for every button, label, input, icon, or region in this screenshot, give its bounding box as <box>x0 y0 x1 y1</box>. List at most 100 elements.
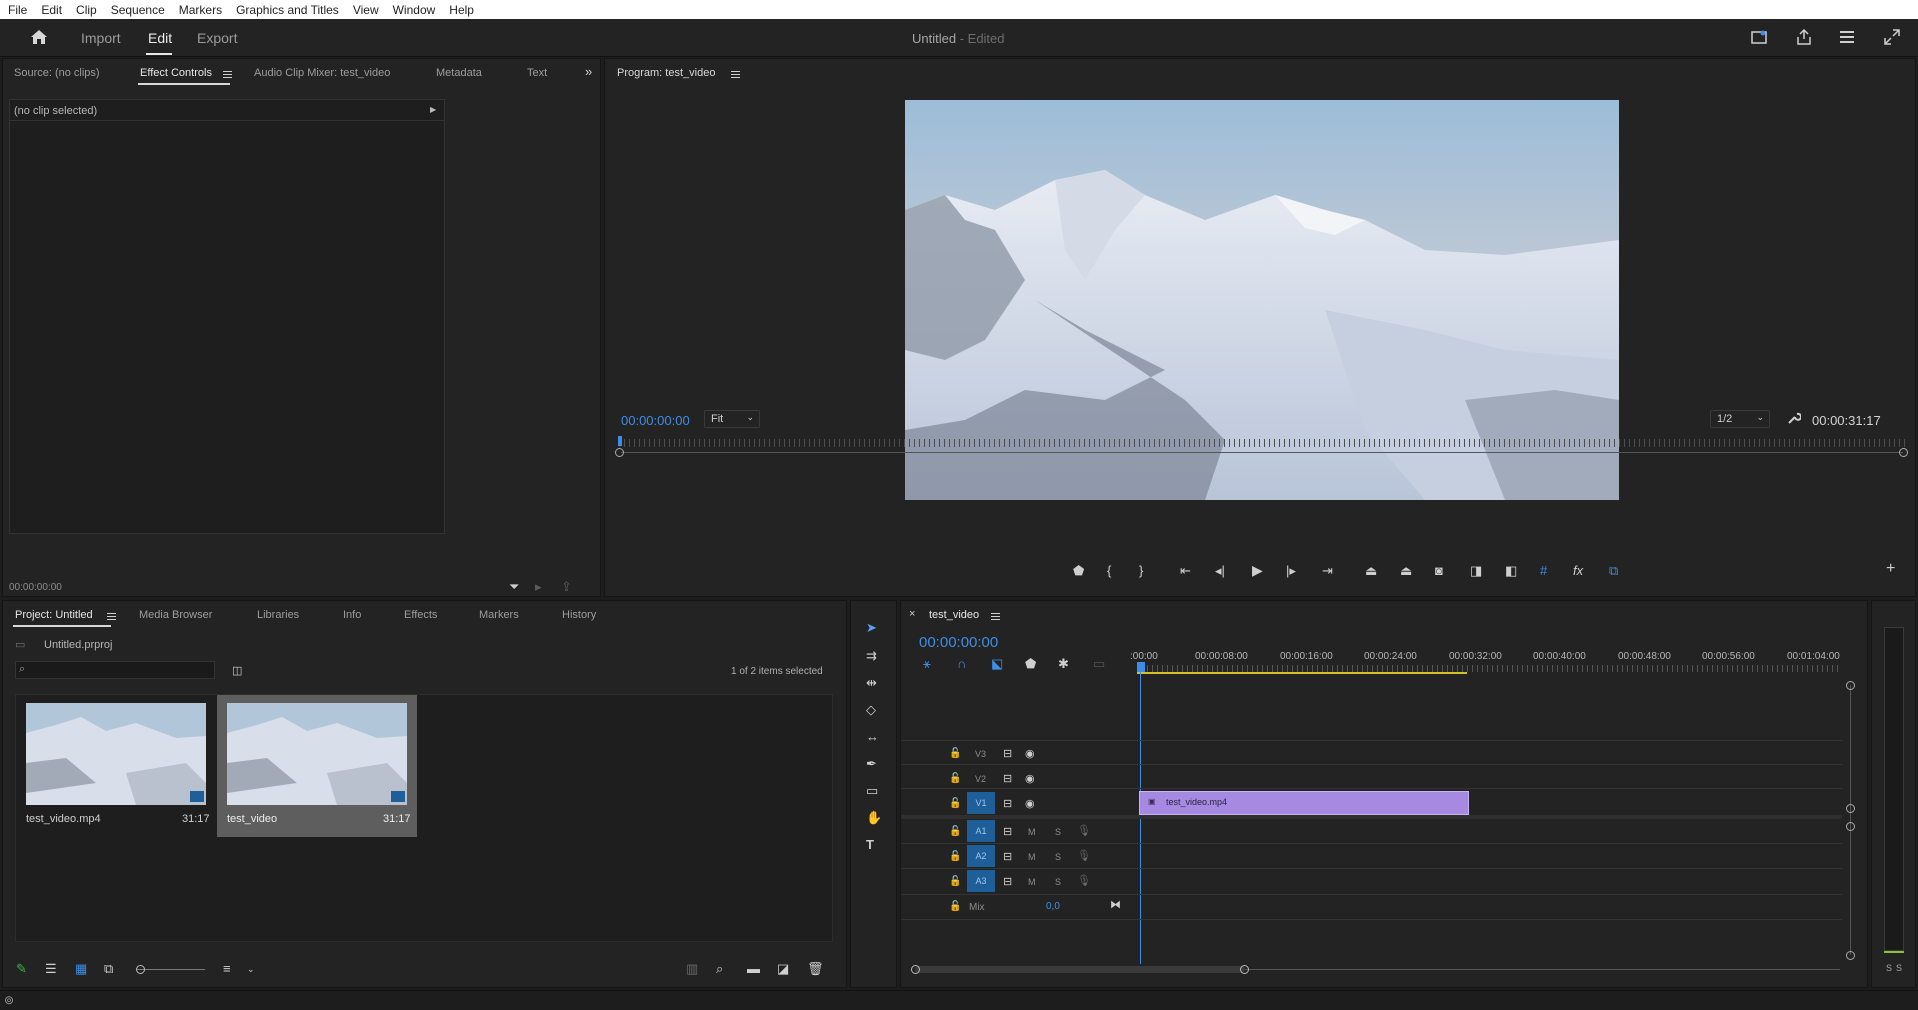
timeline-settings-icon[interactable]: ✱ <box>1058 657 1069 671</box>
solo-right-button[interactable]: S <box>1896 963 1902 973</box>
tab-source[interactable]: Source: (no clips) <box>14 67 100 79</box>
selection-tool-icon[interactable]: ➤ <box>866 621 877 635</box>
step-back-icon[interactable]: ◂| <box>1215 564 1225 578</box>
sync-lock-icon[interactable]: ⊟ <box>1003 772 1012 786</box>
play-icon[interactable]: ▶ <box>1252 563 1263 577</box>
track-target-a2[interactable]: A2 <box>967 845 995 867</box>
menu-sequence[interactable]: Sequence <box>111 3 165 17</box>
hscroll-handle-right[interactable] <box>1240 965 1249 974</box>
write-protect-pencil-icon[interactable]: ✎ <box>16 962 27 976</box>
project-item-selected[interactable]: test_video 31:17 <box>217 695 417 837</box>
project-item[interactable]: test_video.mp4 31:17 <box>18 697 214 839</box>
insert-icon[interactable]: ◨ <box>1470 564 1482 578</box>
add-marker-icon[interactable]: ⬟ <box>1073 564 1084 578</box>
filter-icon[interactable]: ⏷ <box>509 580 519 594</box>
project-menu-icon[interactable] <box>107 613 116 620</box>
pen-tool-icon[interactable]: ✒ <box>866 757 877 771</box>
video-audio-divider[interactable] <box>901 815 1842 819</box>
chevron-down-icon[interactable]: ⌄ <box>247 962 255 976</box>
menu-markers[interactable]: Markers <box>179 3 222 17</box>
mute-button[interactable]: M <box>1028 877 1036 887</box>
solo-button[interactable]: S <box>1055 852 1061 862</box>
lock-icon[interactable]: 🔓 <box>949 850 961 864</box>
sync-lock-icon[interactable]: ⊟ <box>1003 797 1012 811</box>
new-bin-from-search-icon[interactable]: ◫ <box>232 664 242 678</box>
zoom-slider[interactable] <box>137 969 205 970</box>
sync-lock-icon[interactable]: ⊟ <box>1003 747 1012 761</box>
zoom-slider-handle[interactable] <box>136 965 145 974</box>
effect-controls-menu-icon[interactable] <box>223 71 232 78</box>
new-bin-icon[interactable]: ▬ <box>747 962 760 976</box>
button-editor-add-icon[interactable]: + <box>1886 561 1895 577</box>
menu-view[interactable]: View <box>353 3 379 17</box>
play-only-audio-icon[interactable]: ▸ <box>535 580 542 594</box>
tab-info[interactable]: Info <box>343 609 361 621</box>
razor-tool-icon[interactable]: ◇ <box>866 703 876 717</box>
solo-button[interactable]: S <box>1055 877 1061 887</box>
eye-icon[interactable]: ◉ <box>1025 747 1035 761</box>
background-tasks-icon[interactable]: ⊚ <box>4 993 14 1007</box>
go-to-out-icon[interactable]: ⇥ <box>1322 564 1333 578</box>
program-playhead[interactable] <box>618 436 622 446</box>
timeline-playhead-handle[interactable] <box>1137 662 1145 672</box>
settings-wrench-icon[interactable] <box>1787 411 1801 425</box>
mark-in-icon[interactable]: { <box>1107 564 1111 578</box>
home-icon[interactable] <box>30 29 48 45</box>
go-to-in-icon[interactable]: ⇤ <box>1180 564 1191 578</box>
fullscreen-icon[interactable] <box>1884 29 1900 45</box>
sync-lock-icon[interactable]: ⊟ <box>1003 875 1012 889</box>
lift-icon[interactable]: ⏏ <box>1365 564 1377 578</box>
find-icon[interactable]: ⌕ <box>716 962 723 976</box>
video-clip[interactable]: ▣ test_video.mp4 <box>1139 791 1469 815</box>
timeline-ruler[interactable] <box>1137 665 1842 672</box>
timeline-playhead-timecode[interactable]: 00:00:00:00 <box>919 634 998 651</box>
list-view-icon[interactable]: ☰ <box>45 962 57 976</box>
more-panels-icon[interactable]: » <box>585 65 592 79</box>
lock-icon[interactable]: 🔓 <box>949 825 961 839</box>
project-search-input[interactable]: ⌕ <box>15 661 215 679</box>
sort-icons-icon[interactable]: ≡ <box>223 962 231 976</box>
program-playhead-timecode[interactable]: 00:00:00:00 <box>621 413 690 428</box>
vscroll-handle-bottom[interactable] <box>1846 951 1855 960</box>
ripple-edit-tool-icon[interactable]: ⇹ <box>866 676 877 690</box>
mute-button[interactable]: M <box>1028 852 1036 862</box>
scroll-handle-left[interactable] <box>615 448 624 457</box>
export-frame-icon[interactable]: ⇪ <box>561 580 572 594</box>
playback-resolution-dropdown[interactable]: 1/2 ⌄ <box>1710 410 1770 428</box>
safe-margins-icon[interactable]: # <box>1540 564 1547 578</box>
close-icon[interactable]: × <box>909 607 915 621</box>
comparison-view-icon[interactable]: ⧉ <box>1609 564 1618 578</box>
search-field[interactable] <box>36 663 206 677</box>
timeline-menu-icon[interactable] <box>991 613 1000 620</box>
collapse-mix-icon[interactable]: ⧓ <box>1110 898 1121 912</box>
slip-tool-icon[interactable]: ↔ <box>866 730 879 744</box>
tab-text[interactable]: Text <box>527 67 547 79</box>
tab-import[interactable]: Import <box>81 30 121 46</box>
mix-volume-value[interactable]: 0,0 <box>1046 901 1060 912</box>
track-target-a1[interactable]: A1 <box>967 820 995 842</box>
share-icon[interactable] <box>1796 29 1812 45</box>
mute-button[interactable]: M <box>1028 827 1036 837</box>
expand-arrow-icon[interactable]: ▶ <box>430 105 436 114</box>
tab-effects[interactable]: Effects <box>404 609 437 621</box>
tab-effect-controls[interactable]: Effect Controls <box>138 67 230 85</box>
nest-toggle-icon[interactable]: ⚹ <box>923 657 931 671</box>
automate-to-sequence-icon[interactable]: ▥ <box>686 962 698 976</box>
menu-window[interactable]: Window <box>393 3 436 17</box>
vscroll-handle-video[interactable] <box>1846 804 1855 813</box>
quick-export-icon[interactable] <box>1751 30 1767 44</box>
tab-metadata[interactable]: Metadata <box>436 67 482 79</box>
menu-clip[interactable]: Clip <box>76 3 97 17</box>
lock-icon[interactable]: 🔓 <box>949 875 961 889</box>
zoom-level-dropdown[interactable]: Fit ⌄ <box>704 410 760 428</box>
scroll-handle-right[interactable] <box>1899 448 1908 457</box>
zoom-scrollbar[interactable] <box>621 452 1903 453</box>
lock-icon[interactable]: 🔓 <box>949 797 961 811</box>
export-frame-camera-icon[interactable]: ◙ <box>1435 564 1443 578</box>
tab-export[interactable]: Export <box>197 30 237 46</box>
sync-lock-icon[interactable]: ⊟ <box>1003 825 1012 839</box>
sequence-tab[interactable]: test_video <box>929 609 979 621</box>
vertical-scrollbar[interactable] <box>1850 685 1851 955</box>
vscroll-handle-top[interactable] <box>1846 681 1855 690</box>
step-forward-icon[interactable]: |▸ <box>1286 564 1296 578</box>
